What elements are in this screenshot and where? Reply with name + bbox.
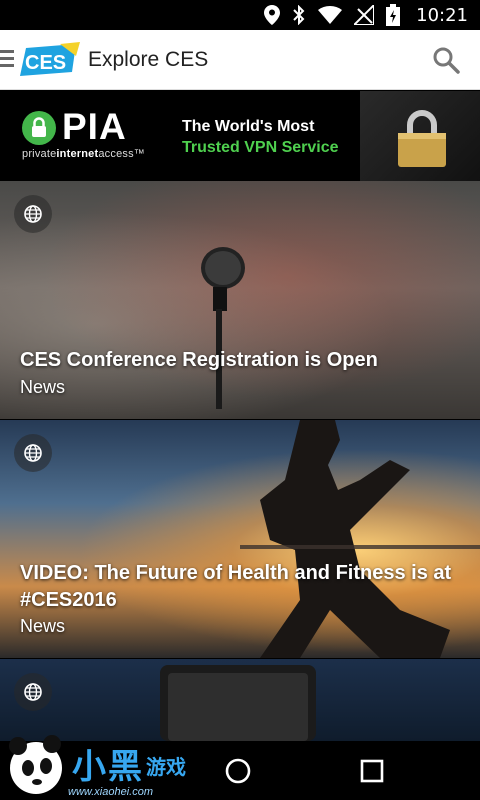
card-title: VIDEO: The Future of Health and Fitness … xyxy=(20,562,452,611)
ad-brand-tagline: privateinternetaccess™ xyxy=(22,148,145,160)
news-card[interactable]: CES Conference Registration is Open News xyxy=(0,181,480,419)
globe-icon xyxy=(14,434,52,472)
tagline-pre: private xyxy=(22,148,57,160)
bluetooth-icon xyxy=(292,4,306,26)
clock: 10:21 xyxy=(416,4,468,26)
ad-banner[interactable]: PIA privateinternetaccess™ The World's M… xyxy=(0,91,480,181)
svg-text:小: 小 xyxy=(72,747,106,787)
no-signal-icon xyxy=(354,4,375,26)
watermark: 小 黑 游戏 www.xiaohei.com xyxy=(6,730,196,800)
ces-logo: CES xyxy=(16,42,80,78)
watermark-text: www.xiaohei.com xyxy=(68,786,153,798)
wifi-icon xyxy=(318,4,343,26)
logo-text: CES xyxy=(25,52,66,74)
news-card[interactable]: VIDEO: The Future of Health and Fitness … xyxy=(0,420,480,658)
ad-headline: The World's Most xyxy=(182,118,315,135)
svg-text:游戏: 游戏 xyxy=(146,755,186,779)
card-title: CES Conference Registration is Open xyxy=(20,349,378,371)
tagline-post: access xyxy=(98,148,134,160)
recents-icon[interactable] xyxy=(354,753,390,789)
battery-charging-icon xyxy=(386,4,401,26)
lock-icon xyxy=(22,111,56,145)
news-card[interactable] xyxy=(0,659,480,741)
card-category: News xyxy=(20,616,66,636)
globe-icon xyxy=(14,195,52,233)
ad-brand: PIA xyxy=(62,106,127,147)
home-icon[interactable] xyxy=(220,753,256,789)
location-icon xyxy=(264,4,281,26)
page-title: Explore CES xyxy=(88,48,209,71)
ad-headline-accent: Trusted VPN Service xyxy=(182,139,339,156)
card-category: News xyxy=(20,377,66,397)
tagline-tm: ™ xyxy=(133,148,145,160)
padlock-icon xyxy=(390,109,454,169)
status-bar: 10:21 xyxy=(0,0,480,30)
app-bar: CES Explore CES xyxy=(0,30,480,90)
search-icon[interactable] xyxy=(432,46,460,74)
svg-text:黑: 黑 xyxy=(108,747,142,787)
globe-icon xyxy=(14,673,52,711)
microphone-image xyxy=(201,247,245,409)
runner-image xyxy=(240,420,480,658)
tagline-bold: internet xyxy=(56,148,99,160)
menu-icon[interactable] xyxy=(0,50,14,70)
